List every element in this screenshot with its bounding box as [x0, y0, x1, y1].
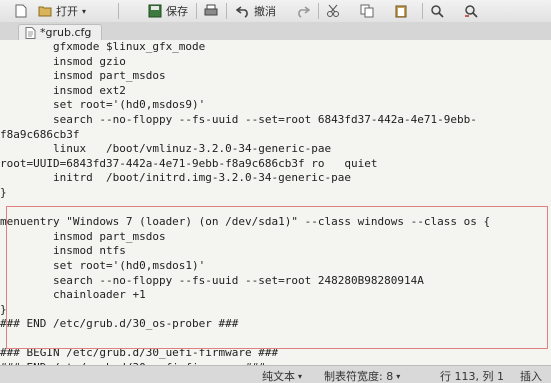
- open-dropdown-icon[interactable]: ▾: [82, 7, 86, 16]
- code-area[interactable]: gfxmode $linux_gfx_mode insmod gzio insm…: [0, 40, 551, 365]
- code-line[interactable]: insmod ext2: [0, 84, 551, 99]
- text-editor[interactable]: gfxmode $linux_gfx_mode insmod gzio insm…: [0, 40, 551, 365]
- find-button[interactable]: [430, 2, 444, 20]
- code-line[interactable]: search --no-floppy --fs-uuid --set=root …: [0, 274, 551, 289]
- code-line[interactable]: ### BEGIN /etc/grub.d/30_uefi-firmware #…: [0, 346, 551, 361]
- chevron-down-icon: ▾: [396, 371, 401, 381]
- save-button-label: 保存: [166, 5, 188, 18]
- code-line[interactable]: [0, 332, 551, 347]
- text-document-icon: [25, 26, 36, 39]
- redo-icon: [298, 6, 310, 18]
- paste-button[interactable]: [394, 2, 408, 20]
- search-icon: [431, 5, 444, 18]
- code-line[interactable]: }: [0, 303, 551, 318]
- code-line[interactable]: insmod gzio: [0, 55, 551, 70]
- code-line[interactable]: [0, 201, 551, 216]
- code-line[interactable]: }: [0, 186, 551, 201]
- toolbar-separator: [196, 3, 197, 19]
- undo-button[interactable]: 撤消: [236, 2, 276, 20]
- insert-mode-label: 插入: [520, 370, 542, 383]
- print-icon: [204, 4, 218, 16]
- open-button[interactable]: 打开 ▾: [38, 2, 86, 20]
- tab-filename: *grub.cfg: [40, 26, 92, 39]
- find-replace-icon: [465, 5, 478, 18]
- open-folder-icon: [38, 6, 52, 17]
- undo-button-label: 撤消: [254, 5, 276, 18]
- new-document-button[interactable]: [14, 2, 28, 20]
- save-button[interactable]: 保存: [148, 2, 188, 20]
- toolbar: 打开 ▾ 保存 撤消: [0, 0, 551, 23]
- code-line[interactable]: chainloader +1: [0, 288, 551, 303]
- replace-button[interactable]: [464, 2, 478, 20]
- print-button[interactable]: [204, 2, 218, 20]
- code-line[interactable]: set root='(hd0,msdos9)': [0, 98, 551, 113]
- code-line[interactable]: insmod part_msdos: [0, 230, 551, 245]
- code-line[interactable]: ### END /etc/grub.d/30_os-prober ###: [0, 317, 551, 332]
- code-line[interactable]: gfxmode $linux_gfx_mode: [0, 40, 551, 55]
- tab-width-label: 制表符宽度: 8: [324, 370, 394, 383]
- toolbar-separator: [318, 3, 319, 19]
- tab-bar: *grub.cfg: [0, 22, 551, 40]
- save-icon: [148, 4, 162, 18]
- toolbar-separator: [422, 3, 423, 19]
- cursor-position-label: 行 113, 列 1: [440, 370, 504, 383]
- code-line[interactable]: root=UUID=6843fd37-442a-4e71-9ebb-f8a9c6…: [0, 157, 551, 172]
- tab-width-selector[interactable]: 制表符宽度: 8 ▾: [324, 368, 400, 383]
- undo-icon: [236, 6, 248, 18]
- redo-button[interactable]: [296, 2, 310, 20]
- code-line[interactable]: linux /boot/vmlinuz-3.2.0-34-generic-pae: [0, 142, 551, 157]
- tab-grub-cfg[interactable]: *grub.cfg: [18, 24, 102, 40]
- language-selector[interactable]: 纯文本 ▾: [262, 368, 302, 383]
- cut-button[interactable]: [326, 2, 340, 20]
- language-label: 纯文本: [262, 370, 295, 383]
- code-line[interactable]: search --no-floppy --fs-uuid --set=root …: [0, 113, 551, 128]
- toolbar-separator: [226, 3, 227, 19]
- insert-mode: 插入: [520, 368, 542, 383]
- new-document-icon: [15, 4, 27, 18]
- open-button-label: 打开: [56, 5, 78, 18]
- copy-icon: [360, 4, 374, 18]
- code-line[interactable]: menuentry "Windows 7 (loader) (on /dev/s…: [0, 215, 551, 230]
- scissors-icon: [327, 4, 339, 17]
- code-line[interactable]: initrd /boot/initrd.img-3.2.0-34-generic…: [0, 171, 551, 186]
- status-bar: 纯文本 ▾ 制表符宽度: 8 ▾ 行 113, 列 1 插入: [0, 365, 551, 383]
- copy-button[interactable]: [360, 2, 374, 20]
- toolbar-separator: [118, 3, 119, 19]
- chevron-down-icon: ▾: [298, 371, 303, 381]
- code-line[interactable]: f8a9c686cb3f: [0, 128, 551, 143]
- paste-icon: [395, 5, 407, 18]
- cursor-position: 行 113, 列 1: [440, 368, 504, 383]
- code-line[interactable]: insmod ntfs: [0, 244, 551, 259]
- code-line[interactable]: set root='(hd0,msdos1)': [0, 259, 551, 274]
- code-line[interactable]: insmod part_msdos: [0, 69, 551, 84]
